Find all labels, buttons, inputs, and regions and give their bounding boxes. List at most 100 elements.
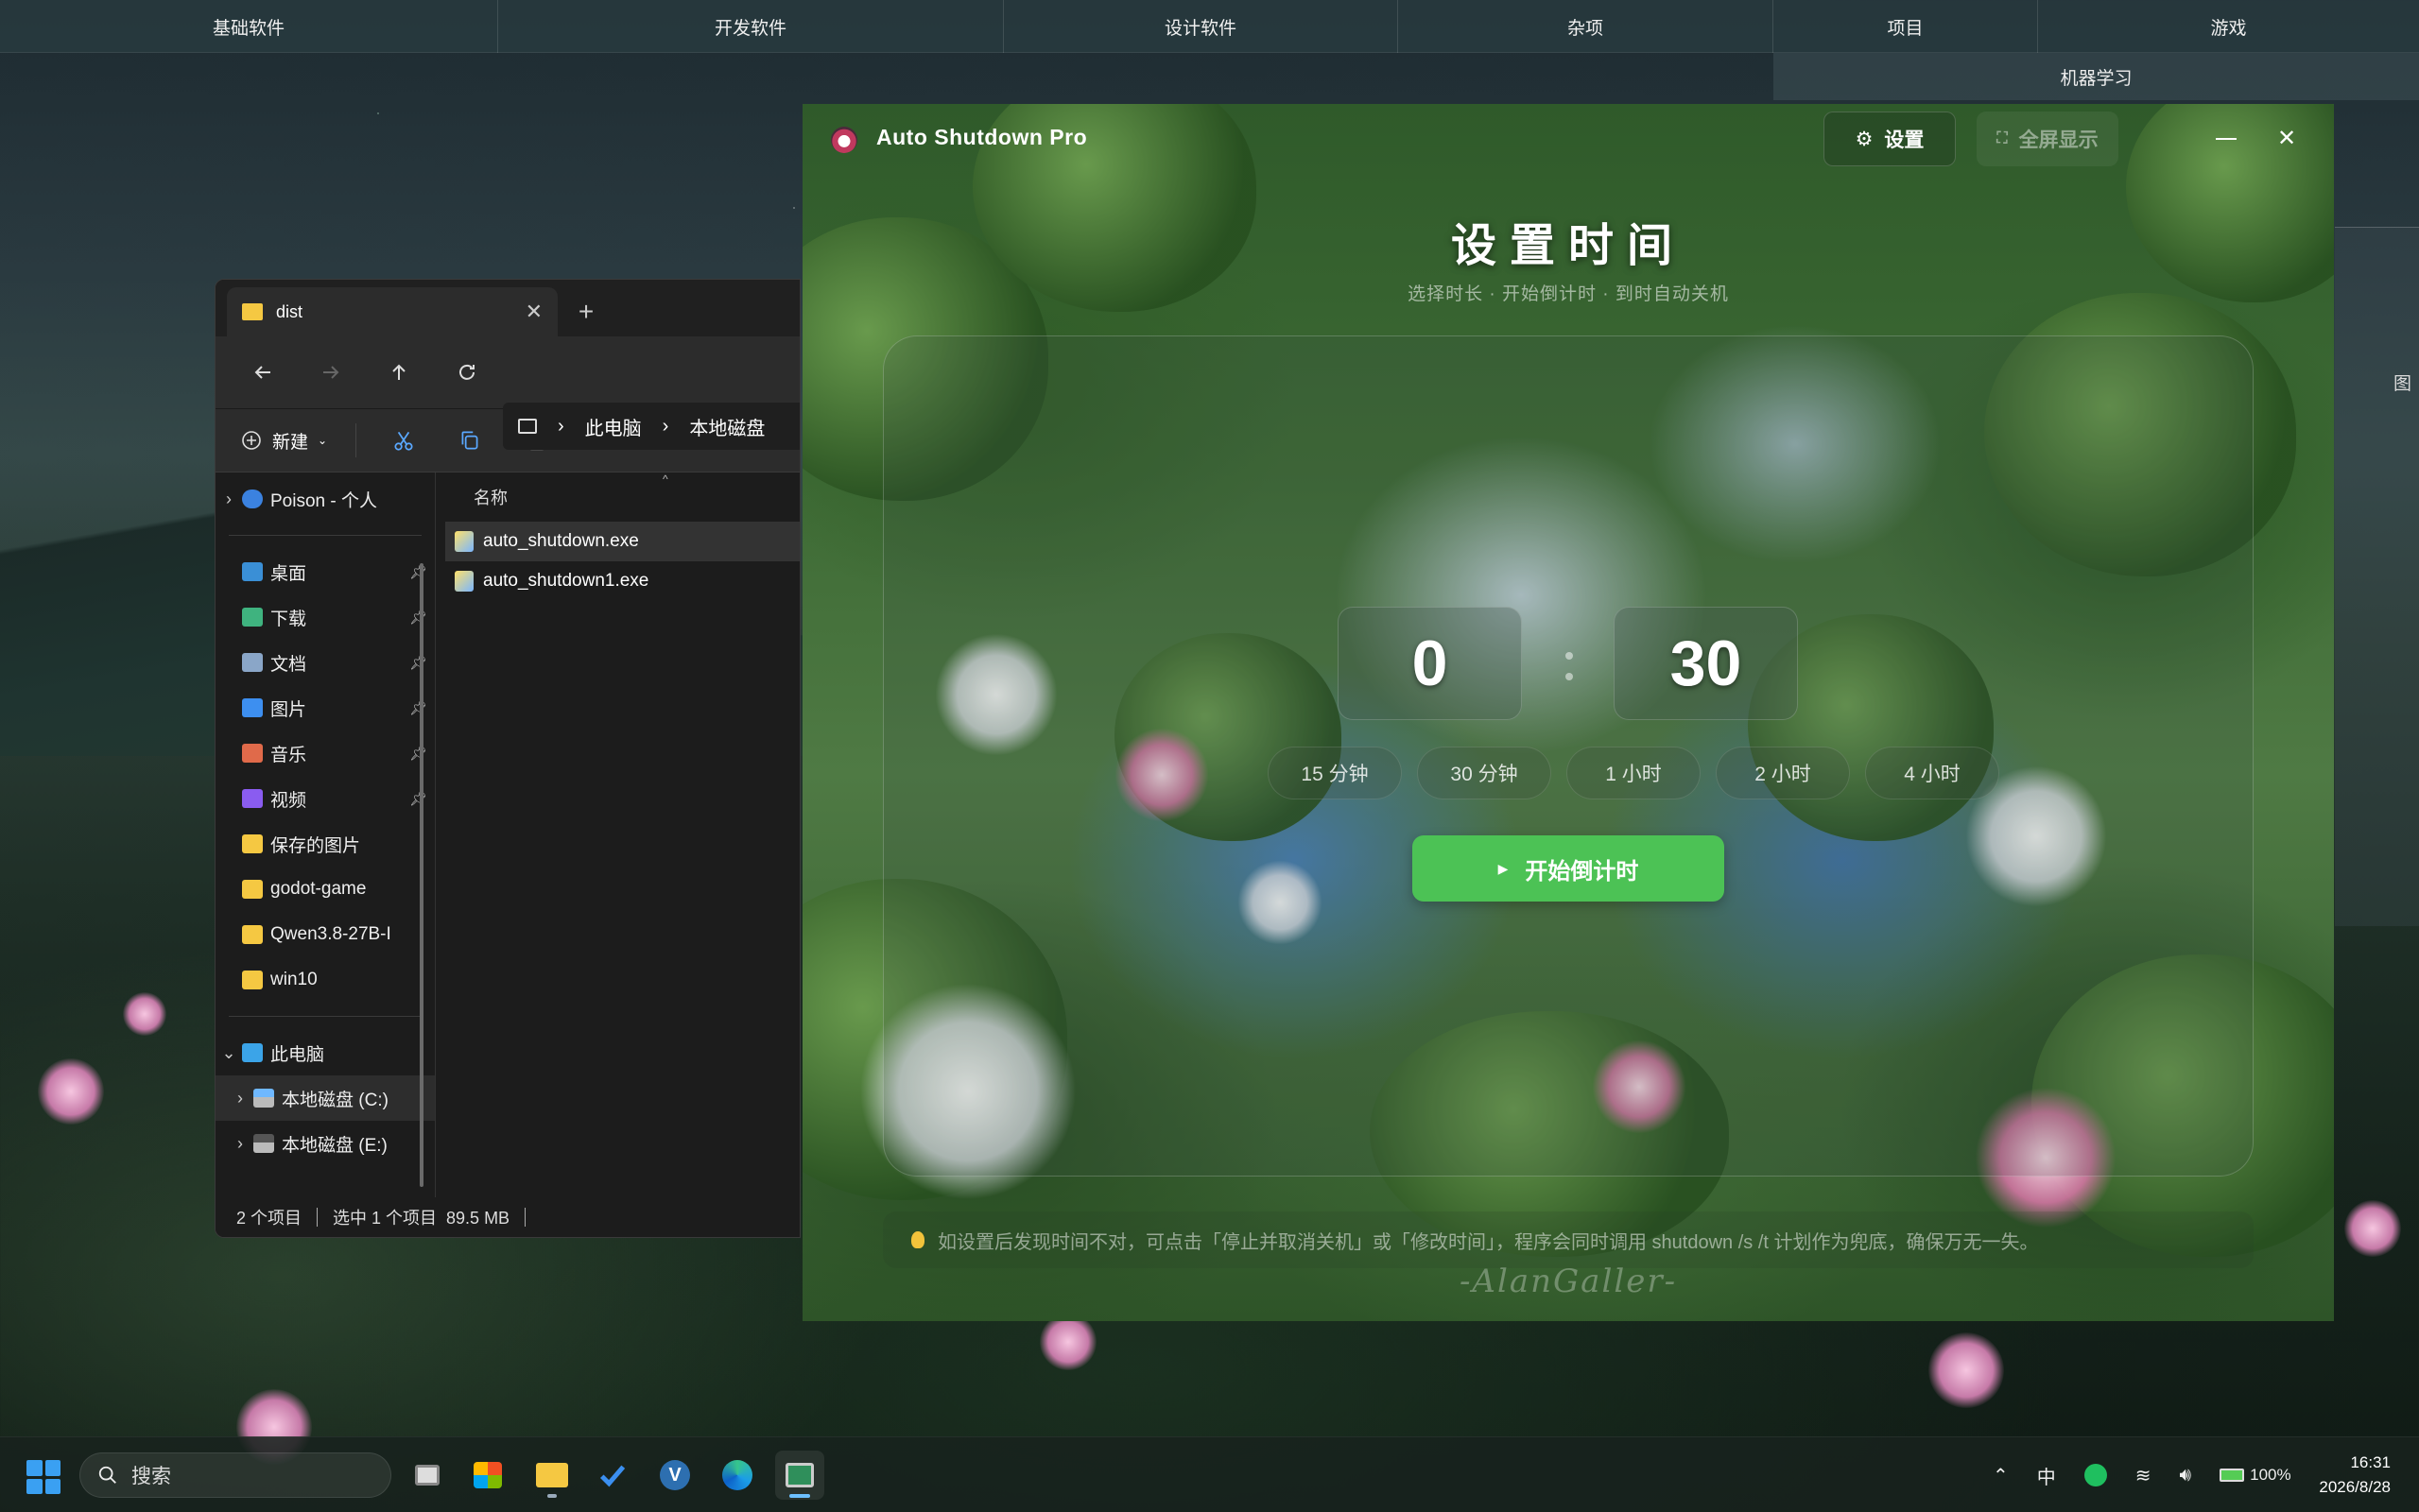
clock-date: 2026/8/28 [2319,1478,2391,1496]
pin-icon[interactable]: 📌︎ [409,609,427,626]
nav-quick-access-item[interactable]: 图片 📌︎ [216,685,435,730]
cut-button[interactable] [370,428,437,453]
preset-2-hours[interactable]: 2 小时 [1716,747,1850,799]
file-row[interactable]: auto_shutdown.exe [445,522,800,561]
pin-icon[interactable]: 📌︎ [409,563,427,580]
timer-panel [883,335,2254,1177]
preset-30-minutes[interactable]: 30 分钟 [1417,747,1551,799]
auto-shutdown-taskbar-button[interactable] [775,1451,824,1500]
wechat-icon[interactable] [2083,1464,2107,1486]
minimize-icon[interactable] [2216,138,2237,140]
nav-quick-access-item[interactable]: godot-game [216,867,435,912]
breadcrumb-this-pc[interactable]: 此电脑 [585,413,642,440]
quick-access-list: 桌面 📌︎ 下载 📌︎ 文档 📌︎ 图片 📌︎ 音乐 📌︎ 视频 📌︎ 保存的图片 godot-game Q… [216,549,435,1003]
pin-icon[interactable]: 📌︎ [409,654,427,671]
start-countdown-label: 开始倒计时 [1525,858,1639,885]
start-countdown-button[interactable]: ▶ 开始倒计时 [1412,835,1724,902]
pin-icon[interactable]: 📌︎ [409,699,427,716]
taskbar-search[interactable]: 搜索 [79,1452,391,1498]
nav-onedrive[interactable]: › Poison - 个人 [216,476,435,522]
edge-icon [722,1460,752,1490]
pin-icon[interactable]: 📌︎ [409,790,427,807]
start-button[interactable] [26,1460,60,1494]
nav-quick-access-item[interactable]: 音乐 📌︎ [216,730,435,776]
cloud-icon [242,490,263,508]
todo-button[interactable] [588,1451,637,1500]
settings-button[interactable]: ⚙ 设置 [1823,112,1956,166]
play-icon: ▶ [1497,860,1509,876]
nav-quick-access-item[interactable]: 桌面 📌︎ [216,549,435,594]
folder-icon [242,880,263,899]
refresh-button[interactable] [433,361,501,384]
folder-dev-software[interactable]: 开发软件 [498,0,1004,53]
file-explorer-button[interactable] [527,1451,577,1500]
fullscreen-label: 全屏显示 [2018,129,2099,151]
taskbar: 搜索 V ⌃ 中 ≋ 🔊︎ 100% 16:31 2026/8/28 [0,1436,2419,1512]
nav-drive-e[interactable]: › 本地磁盘 (E:) [216,1121,435,1166]
clock[interactable]: 16:31 2026/8/28 [2319,1451,2391,1500]
nav-quick-access-item[interactable]: 视频 📌︎ [216,776,435,821]
address-bar[interactable]: › 此电脑 › 本地磁盘 [503,403,800,450]
file-row[interactable]: auto_shutdown1.exe [445,561,800,601]
microsoft-store-button[interactable] [463,1451,512,1500]
fullscreen-icon: ⛶ [1996,130,2008,146]
close-tab-icon[interactable]: ✕ [526,300,543,324]
status-selection: 选中 1 个项目 89.5 MB [333,1209,510,1228]
column-header-name[interactable]: 名称 ^ [445,472,800,522]
ime-indicator[interactable]: 中 [2037,1462,2056,1489]
tab-title: dist [276,301,303,321]
vivaldi-button[interactable]: V [650,1451,700,1500]
new-tab-button[interactable]: + [558,287,614,336]
pin-icon[interactable]: 📌︎ [409,745,427,762]
edge-button[interactable] [713,1451,762,1500]
nav-quick-access-item[interactable]: win10 [216,957,435,1003]
up-button[interactable] [365,361,433,384]
search-placeholder: 搜索 [131,1466,171,1487]
folder-machine-learning[interactable]: 机器学习 [1773,53,2419,100]
alarm-clock-icon [831,127,857,153]
folder-icon [536,1463,568,1487]
navigation-scrollbar[interactable] [420,563,423,1187]
scissors-icon [394,431,413,451]
divider [229,1016,422,1017]
wifi-icon[interactable]: ≋ [2135,1464,2151,1487]
nav-item-label: godot-game [270,879,367,899]
folder-basic-software[interactable]: 基础软件 [0,0,498,53]
nav-drive-c[interactable]: › 本地磁盘 (C:) [216,1075,435,1121]
fullscreen-button[interactable]: ⛶ 全屏显示 [1977,112,2118,166]
desktop-folder-bar: 基础软件 开发软件 设计软件 杂项 项目 游戏 [0,0,2419,53]
folder-icon [242,303,263,320]
new-button[interactable]: 新建 ⌄ [240,428,352,454]
close-icon[interactable]: ✕ [2277,125,2296,152]
nav-quick-access-item[interactable]: 下载 📌︎ [216,594,435,640]
nav-this-pc[interactable]: ⌄ 此电脑 [216,1030,435,1075]
back-button[interactable] [229,361,297,384]
sort-up-icon: ^ [663,472,668,486]
copy-button[interactable] [437,428,504,453]
explorer-tab-bar: dist ✕ + [216,280,800,336]
show-hidden-icons-button[interactable]: ⌃ [1993,1464,2009,1487]
breadcrumb-chevron-icon: › [558,415,564,437]
nav-item-label: 音乐 [270,745,307,765]
chevron-right-icon: › [226,489,232,508]
folder-projects[interactable]: 项目 [1773,0,2038,53]
windows-logo-icon [26,1460,43,1476]
explorer-tab-dist[interactable]: dist ✕ [227,287,558,336]
breadcrumb-local-disk[interactable]: 本地磁盘 [689,413,765,440]
hours-input[interactable]: 0 [1338,607,1522,720]
battery-indicator[interactable]: 100% [2220,1466,2291,1485]
folder-misc[interactable]: 杂项 [1398,0,1773,53]
nav-quick-access-item[interactable]: Qwen3.8-27B-I [216,912,435,957]
task-view-button[interactable] [403,1451,452,1500]
preset-1-hour[interactable]: 1 小时 [1566,747,1701,799]
forward-button[interactable] [297,361,365,384]
nav-quick-access-item[interactable]: 文档 📌︎ [216,640,435,685]
folder-design-software[interactable]: 设计软件 [1004,0,1398,53]
volume-icon[interactable]: 🔊︎ [2180,1465,2192,1486]
page-subtitle: 选择时长 · 开始倒计时 · 到时自动关机 [1408,284,1729,304]
nav-quick-access-item[interactable]: 保存的图片 [216,821,435,867]
preset-4-hours[interactable]: 4 小时 [1865,747,1999,799]
folder-games[interactable]: 游戏 [2038,0,2419,53]
minutes-input[interactable]: 30 [1614,607,1798,720]
preset-15-minutes[interactable]: 15 分钟 [1268,747,1402,799]
